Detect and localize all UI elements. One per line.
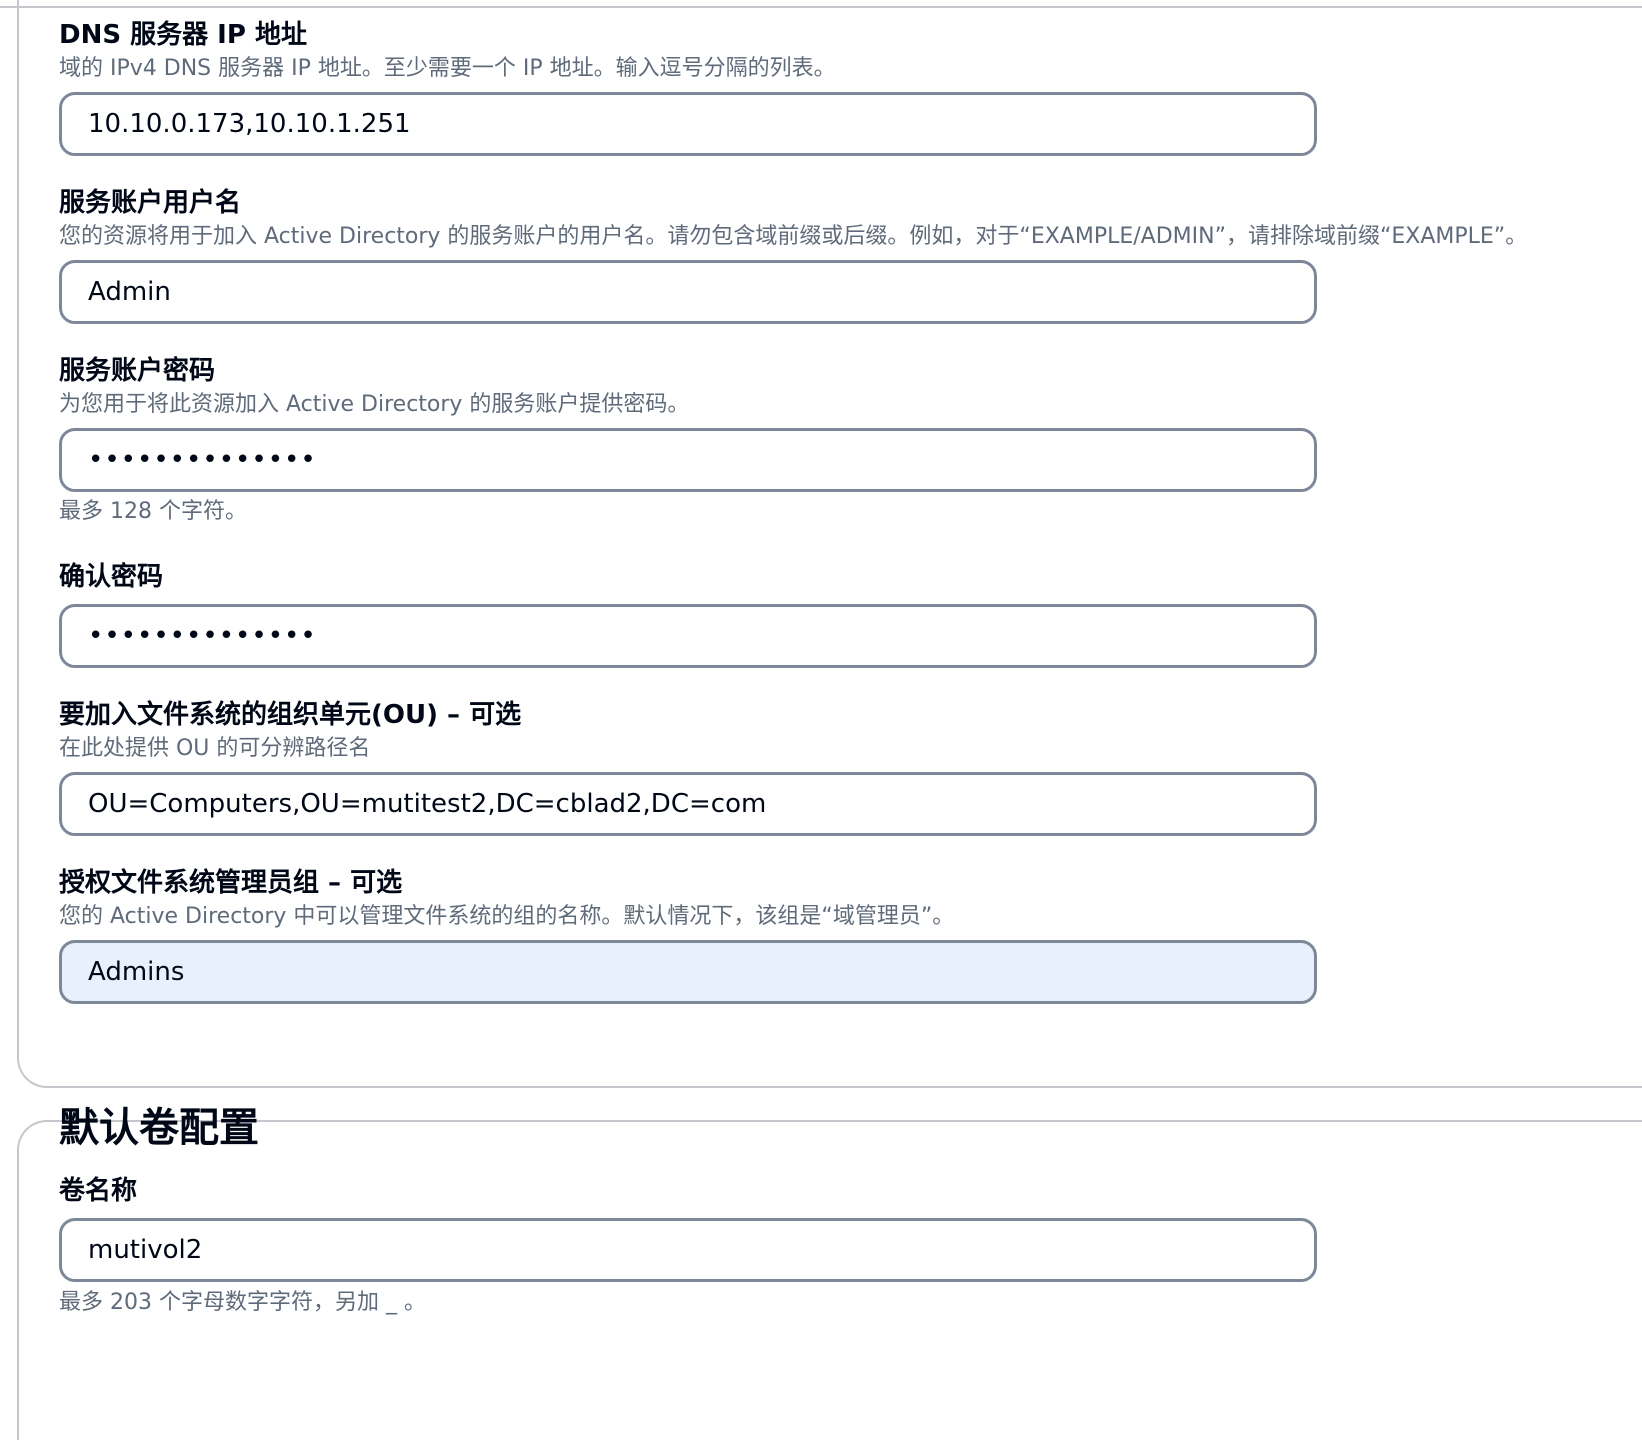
ou-label: 要加入文件系统的组织单元(OU) – 可选 [59, 700, 522, 730]
volume-name-input[interactable] [59, 1218, 1317, 1282]
service-password-input[interactable] [59, 428, 1317, 492]
dns-description: 域的 IPv4 DNS 服务器 IP 地址。至少需要一个 IP 地址。输入逗号分… [59, 56, 836, 81]
service-username-label: 服务账户用户名 [59, 188, 242, 218]
admin-group-label: 授权文件系统管理员组 – 可选 [59, 868, 403, 898]
service-username-description: 您的资源将用于加入 Active Directory 的服务账户的用户名。请勿包… [59, 224, 1528, 249]
default-volume-title: 默认卷配置 [59, 1105, 259, 1151]
dns-label: DNS 服务器 IP 地址 [59, 20, 307, 50]
dns-ip-input[interactable] [59, 92, 1317, 156]
ou-input[interactable] [59, 772, 1317, 836]
ou-description: 在此处提供 OU 的可分辨路径名 [59, 736, 371, 761]
volume-name-constraint: 最多 203 个字母数字字符，另加 _ 。 [59, 1290, 426, 1315]
service-username-input[interactable] [59, 260, 1317, 324]
service-password-label: 服务账户密码 [59, 356, 216, 386]
volume-name-label: 卷名称 [59, 1176, 138, 1206]
password-constraint: 最多 128 个字符。 [59, 499, 247, 524]
confirm-password-input[interactable] [59, 604, 1317, 668]
service-password-description: 为您用于将此资源加入 Active Directory 的服务账户提供密码。 [59, 392, 690, 417]
admin-group-input[interactable] [59, 940, 1317, 1004]
admin-group-description: 您的 Active Directory 中可以管理文件系统的组的名称。默认情况下… [59, 904, 955, 929]
confirm-password-label: 确认密码 [59, 562, 164, 592]
